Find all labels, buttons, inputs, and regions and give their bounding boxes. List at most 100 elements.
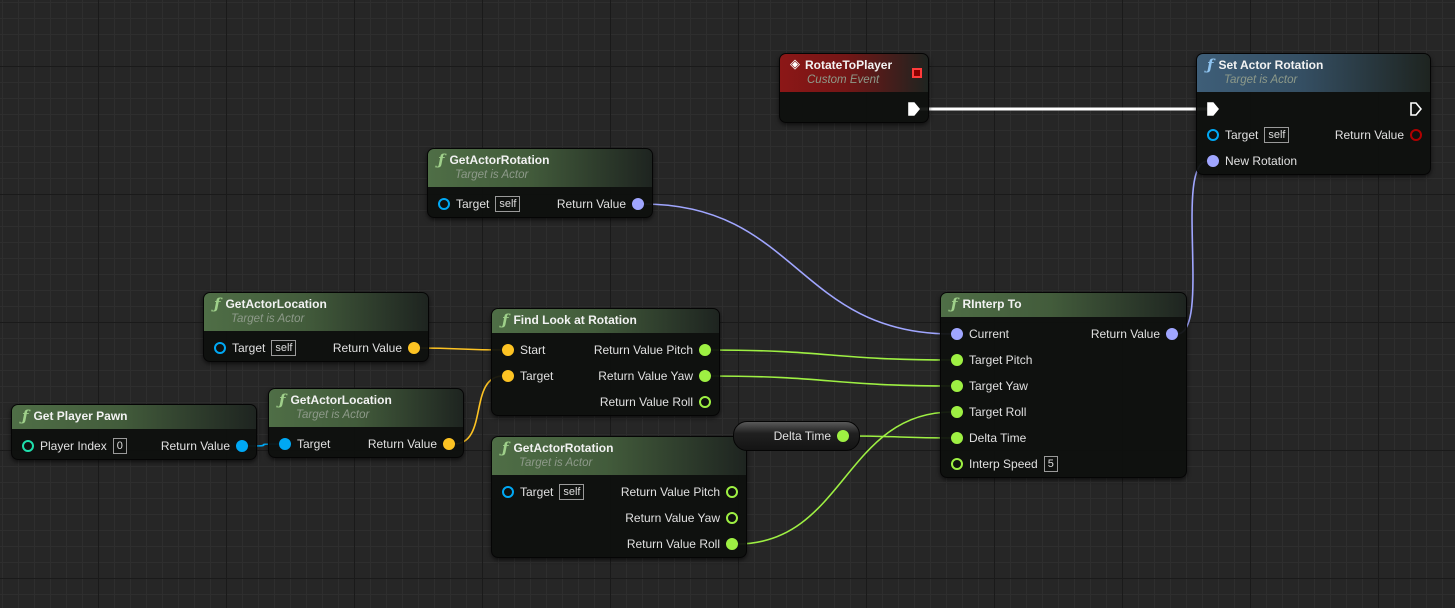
pin-row: Interp Speed 5 xyxy=(941,451,1186,477)
pin-label: New Rotation xyxy=(1225,154,1298,168)
input-pin-exec[interactable] xyxy=(1207,102,1220,116)
float-wire[interactable] xyxy=(709,375,953,387)
pin-row: Target self Return Value Pitch xyxy=(492,479,746,505)
output-pin-ret[interactable]: Return Value xyxy=(557,197,644,211)
vector-pin-icon[interactable] xyxy=(443,438,455,450)
output-pin-ret[interactable]: Return Value xyxy=(333,341,420,355)
input-pin-target[interactable]: Target self xyxy=(1207,127,1290,143)
pin-default-value[interactable]: self xyxy=(271,340,297,356)
pin-row: Target Return Value xyxy=(269,431,463,457)
exec-pin-icon[interactable] xyxy=(1410,102,1423,116)
output-pin-ret[interactable]: Return Value xyxy=(161,439,248,453)
output-pin-then[interactable] xyxy=(1410,102,1423,116)
pin-label: Return Value xyxy=(367,437,437,451)
rotator-pin-icon[interactable] xyxy=(1207,155,1219,167)
input-pin-player-index[interactable]: Player Index 0 xyxy=(22,438,127,454)
exec-pin-icon[interactable] xyxy=(1207,102,1220,116)
get-player-pawn-node[interactable]: ƒ Get Player Pawn Player Index 0 Return Valu… xyxy=(11,404,257,460)
get-actor-rotation-2-node[interactable]: ƒ GetActorRotation Target is Actor Target se… xyxy=(491,436,747,558)
set-actor-rotation-node[interactable]: ƒ Set Actor Rotation Target is Actor Target… xyxy=(1196,53,1431,175)
float-pin-icon[interactable] xyxy=(726,538,738,550)
output-pin-then[interactable] xyxy=(908,102,921,116)
pin-default-value[interactable]: 0 xyxy=(112,438,127,454)
node-header[interactable]: ƒ Set Actor Rotation Target is Actor xyxy=(1197,54,1430,92)
node-header[interactable]: ƒ GetActorRotation Target is Actor xyxy=(428,149,652,187)
node-header[interactable]: ƒ Get Player Pawn xyxy=(12,405,256,429)
float-pin-icon[interactable] xyxy=(951,458,963,470)
node-header[interactable]: ƒ GetActorRotation Target is Actor xyxy=(492,437,746,475)
pin-label: Target Pitch xyxy=(969,353,1033,367)
output-pin-pitch[interactable]: Return Value Pitch xyxy=(594,343,711,357)
find-look-at-rotation-node[interactable]: ƒ Find Look at Rotation Start Return Value … xyxy=(491,308,720,416)
input-pin-current[interactable]: Current xyxy=(951,327,1009,341)
input-pin-target[interactable]: Target self xyxy=(438,196,521,212)
rotator-pin-icon[interactable] xyxy=(951,328,963,340)
float-pin-icon[interactable] xyxy=(699,396,711,408)
get-actor-rotation-1-node[interactable]: ƒ GetActorRotation Target is Actor Target se… xyxy=(427,148,653,218)
rotator-pin-icon[interactable] xyxy=(1166,328,1178,340)
pin-default-value[interactable]: 5 xyxy=(1043,456,1058,472)
output-pin-ret[interactable]: Return Value xyxy=(1091,327,1178,341)
float-pin-icon[interactable] xyxy=(951,354,963,366)
input-pin-target[interactable]: Target xyxy=(502,369,553,383)
exec-pin-icon[interactable] xyxy=(908,102,921,116)
pin-default-value[interactable]: self xyxy=(1264,127,1290,143)
node-header[interactable]: ƒ RInterp To xyxy=(941,293,1186,317)
float-pin-icon[interactable] xyxy=(726,486,738,498)
object_return-pin-icon[interactable] xyxy=(1410,129,1422,141)
input-pin-target-yaw[interactable]: Target Yaw xyxy=(951,379,1028,393)
node-header[interactable]: ƒ Find Look at Rotation xyxy=(492,309,719,333)
vector-pin-icon[interactable] xyxy=(502,370,514,382)
input-pin-start[interactable]: Start xyxy=(502,343,545,357)
delta-time-variable-node[interactable]: Delta Time xyxy=(733,421,860,451)
output-pin-yaw[interactable]: Return Value Yaw xyxy=(598,369,711,383)
float-wire[interactable] xyxy=(847,435,953,439)
int-pin-icon[interactable] xyxy=(22,440,34,452)
node-header[interactable]: ƒ GetActorLocation Target is Actor xyxy=(204,293,428,331)
output-pin-roll[interactable]: Return Value Roll xyxy=(627,537,738,551)
rotate-to-player-node[interactable]: ◈ RotateToPlayer Custom Event xyxy=(779,53,929,123)
rotator-pin-icon[interactable] xyxy=(632,198,644,210)
float-wire[interactable] xyxy=(709,349,953,361)
output-pin-ret[interactable]: Return Value xyxy=(1335,128,1422,142)
input-pin-delta-time[interactable]: Delta Time xyxy=(951,431,1026,445)
output-pin-pitch[interactable]: Return Value Pitch xyxy=(621,485,738,499)
node-header[interactable]: ◈ RotateToPlayer Custom Event xyxy=(780,54,928,92)
float-pin-icon[interactable] xyxy=(951,432,963,444)
vector-pin-icon[interactable] xyxy=(502,344,514,356)
get-actor-location-2-node[interactable]: ƒ GetActorLocation Target is Actor Target Re… xyxy=(268,388,464,458)
node-title-bar: ◈ RotateToPlayer xyxy=(790,58,920,72)
output-pin-roll[interactable]: Return Value Roll xyxy=(600,395,711,409)
object-pin-icon[interactable] xyxy=(279,438,291,450)
node-header[interactable]: ƒ GetActorLocation Target is Actor xyxy=(269,389,463,427)
input-pin-target-roll[interactable]: Target Roll xyxy=(951,405,1026,419)
vector-pin-icon[interactable] xyxy=(408,342,420,354)
float-pin-icon[interactable] xyxy=(837,430,849,442)
node-subtitle: Target is Actor xyxy=(1224,74,1298,86)
output-pin-ret[interactable]: Return Value xyxy=(368,437,455,451)
object-pin-icon[interactable] xyxy=(214,342,226,354)
input-pin-target[interactable]: Target xyxy=(279,437,330,451)
float-pin-icon[interactable] xyxy=(951,406,963,418)
input-pin-interp-speed[interactable]: Interp Speed 5 xyxy=(951,456,1058,472)
object-pin-icon[interactable] xyxy=(1207,129,1219,141)
output-pin-yaw[interactable]: Return Value Yaw xyxy=(625,511,738,525)
pin-default-value[interactable]: self xyxy=(559,484,585,500)
input-pin-new-rotation[interactable]: New Rotation xyxy=(1207,154,1297,168)
get-actor-location-1-node[interactable]: ƒ GetActorLocation Target is Actor Target se… xyxy=(203,292,429,362)
rinterp-to-node[interactable]: ƒ RInterp To Current Return Value Target Pit… xyxy=(940,292,1187,478)
object-pin-icon[interactable] xyxy=(438,198,450,210)
float-pin-icon[interactable] xyxy=(726,512,738,524)
float-pin-icon[interactable] xyxy=(699,370,711,382)
float-pin-icon[interactable] xyxy=(699,344,711,356)
input-pin-target[interactable]: Target self xyxy=(502,484,585,500)
object-pin-icon[interactable] xyxy=(502,486,514,498)
input-pin-target[interactable]: Target self xyxy=(214,340,297,356)
pin-row: Delta Time xyxy=(941,425,1186,451)
node-title-bar: ƒ RInterp To xyxy=(951,297,1178,312)
input-pin-target-pitch[interactable]: Target Pitch xyxy=(951,353,1032,367)
float-pin-icon[interactable] xyxy=(951,380,963,392)
pin-default-value[interactable]: self xyxy=(495,196,521,212)
object-pin-icon[interactable] xyxy=(236,440,248,452)
pin-label: Target xyxy=(1225,128,1259,142)
